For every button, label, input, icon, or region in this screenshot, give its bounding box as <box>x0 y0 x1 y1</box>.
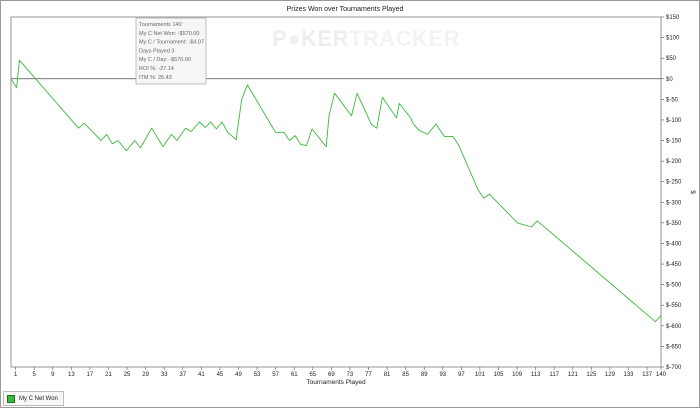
y-tick-label: $50 <box>666 56 677 62</box>
y-tick-label: $-550 <box>666 303 682 309</box>
x-tick-label: 89 <box>421 372 428 378</box>
x-tick-label: 37 <box>179 372 186 378</box>
x-tick-label: 105 <box>493 372 504 378</box>
x-tick-label: 129 <box>605 372 616 378</box>
x-tick-label: 25 <box>124 372 131 378</box>
x-tick-label: 140 <box>656 372 667 378</box>
y-tick-label: $-200 <box>666 159 682 165</box>
x-tick-label: 133 <box>623 372 634 378</box>
x-tick-label: 61 <box>291 372 298 378</box>
y-tick-label: $-650 <box>666 344 682 350</box>
x-tick-label: 13 <box>68 372 75 378</box>
tooltip-line: ROI %: -27.14 <box>139 66 174 72</box>
y-tick-label: $100 <box>666 36 680 42</box>
x-tick-label: 33 <box>161 372 168 378</box>
x-tick-label: 77 <box>365 372 372 378</box>
plot-area <box>10 16 662 368</box>
x-tick-label: 1 <box>14 372 18 378</box>
x-tick-label: 49 <box>235 372 242 378</box>
x-tick-label: 65 <box>309 372 316 378</box>
x-tick-label: 117 <box>549 372 559 378</box>
x-tick-label: 29 <box>142 372 149 378</box>
x-tick-label: 93 <box>439 372 446 378</box>
y-tick-label: $-500 <box>666 283 682 289</box>
y-tick-label: $-150 <box>666 139 682 145</box>
x-tick-label: 137 <box>642 372 653 378</box>
y-tick-label: $-700 <box>666 365 682 371</box>
tooltip-line: My C / Tournament: -$4.07 <box>139 40 204 46</box>
watermark-text-ker: KER <box>301 26 349 51</box>
y-tick-label: $150 <box>666 15 680 21</box>
tooltip-line: My C Net Won: -$570.00 <box>139 31 199 37</box>
x-tick-label: 17 <box>87 372 94 378</box>
tooltip-line: ITM %: 26.43 <box>139 75 172 81</box>
y-tick-label: $-250 <box>666 180 682 186</box>
x-tick-label: 57 <box>272 372 279 378</box>
data-tooltip: Tournaments 140 My C Net Won: -$570.00 My … <box>135 17 207 85</box>
y-tick-label: $-450 <box>666 262 682 268</box>
y-tick-label: $-300 <box>666 200 682 206</box>
x-tick-label: 5 <box>33 372 37 378</box>
chart-title: Prizes Won over Tournaments Played <box>287 6 404 13</box>
tooltip-line: Tournaments 140 <box>139 22 182 28</box>
x-tick-label: 41 <box>198 372 205 378</box>
x-axis-title: Tournaments Played <box>306 379 366 386</box>
y-tick-label: $-350 <box>666 221 682 227</box>
x-tick-label: 113 <box>531 372 541 378</box>
legend-swatch <box>7 394 15 403</box>
x-axis: 1 5 9 13 17 21 25 29 33 37 41 45 49 53 57 61 65 69 73 77 81 8… <box>14 367 667 378</box>
y-tick-label: $0 <box>666 77 673 83</box>
y-axis: $150 $100 $50 $0 $-50 $-100 $-150 $-200 $-250 $-3… <box>661 15 682 371</box>
y-axis-title: $ <box>689 190 696 194</box>
x-tick-label: 125 <box>586 372 597 378</box>
x-tick-label: 21 <box>105 372 112 378</box>
x-tick-label: 69 <box>328 372 335 378</box>
y-tick-label: $-600 <box>666 324 682 330</box>
x-tick-label: 109 <box>512 372 523 378</box>
x-tick-label: 73 <box>347 372 354 378</box>
watermark-text-tracker: TRACKER <box>349 26 460 51</box>
pokertracker-watermark: P●KERTRACKER <box>272 26 460 51</box>
y-tick-label: $-50 <box>666 97 679 103</box>
tooltip-line: Days Played 3 <box>139 48 174 54</box>
chart-svg: Prizes Won over Tournaments Played P●KER… <box>10 6 696 386</box>
chart-legend: My C Net Won <box>3 391 64 406</box>
x-tick-label: 101 <box>475 372 486 378</box>
x-tick-label: 9 <box>51 372 55 378</box>
x-tick-label: 81 <box>384 372 391 378</box>
y-tick-label: $-100 <box>666 118 682 124</box>
tooltip-line: My C / Day: -$570.00 <box>139 57 191 63</box>
svg-text:P●KERTRACKER: P●KERTRACKER <box>272 26 460 51</box>
x-tick-label: 45 <box>217 372 224 378</box>
x-tick-label: 53 <box>254 372 261 378</box>
legend-label: My C Net Won <box>19 395 58 402</box>
y-tick-label: $-400 <box>666 241 682 247</box>
watermark-text-p: P <box>272 26 287 51</box>
x-tick-label: 85 <box>402 372 409 378</box>
x-tick-label: 97 <box>458 372 465 378</box>
x-tick-label: 121 <box>568 372 579 378</box>
